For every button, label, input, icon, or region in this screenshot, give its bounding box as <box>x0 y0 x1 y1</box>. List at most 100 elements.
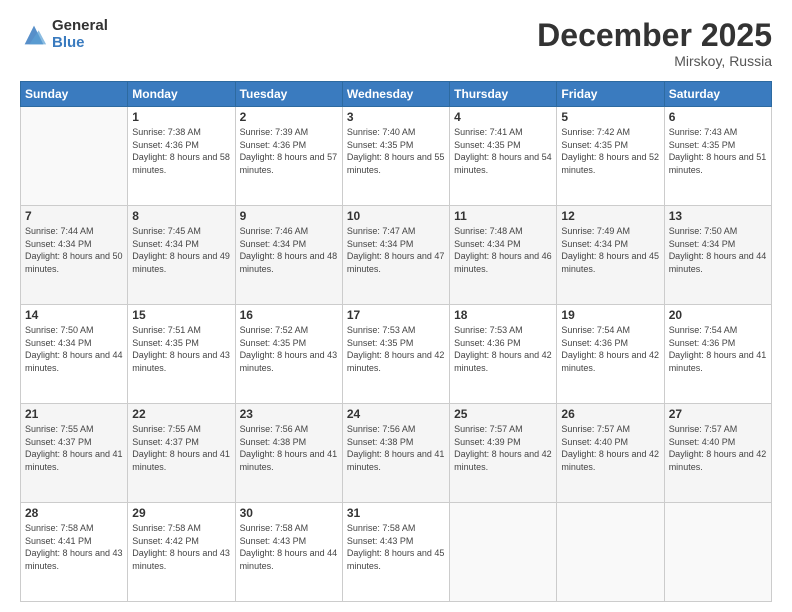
logo-icon <box>20 21 48 49</box>
page: General Blue December 2025 Mirskoy, Russ… <box>0 0 792 612</box>
col-monday: Monday <box>128 82 235 107</box>
calendar-week-row-2: 14 Sunrise: 7:50 AMSunset: 4:34 PMDaylig… <box>21 305 772 404</box>
day-info: Sunrise: 7:50 AMSunset: 4:34 PMDaylight:… <box>25 324 123 374</box>
calendar-week-row-3: 21 Sunrise: 7:55 AMSunset: 4:37 PMDaylig… <box>21 404 772 503</box>
day-info: Sunrise: 7:54 AMSunset: 4:36 PMDaylight:… <box>669 324 767 374</box>
calendar-table: Sunday Monday Tuesday Wednesday Thursday… <box>20 81 772 602</box>
col-thursday: Thursday <box>450 82 557 107</box>
day-info: Sunrise: 7:52 AMSunset: 4:35 PMDaylight:… <box>240 324 338 374</box>
header: General Blue December 2025 Mirskoy, Russ… <box>20 18 772 69</box>
calendar-cell: 11 Sunrise: 7:48 AMSunset: 4:34 PMDaylig… <box>450 206 557 305</box>
calendar-cell: 21 Sunrise: 7:55 AMSunset: 4:37 PMDaylig… <box>21 404 128 503</box>
day-info: Sunrise: 7:55 AMSunset: 4:37 PMDaylight:… <box>25 423 123 473</box>
logo-general-text: General <box>52 18 108 35</box>
day-number: 26 <box>561 407 659 421</box>
day-number: 24 <box>347 407 445 421</box>
day-number: 4 <box>454 110 552 124</box>
calendar-cell: 6 Sunrise: 7:43 AMSunset: 4:35 PMDayligh… <box>664 107 771 206</box>
day-info: Sunrise: 7:57 AMSunset: 4:39 PMDaylight:… <box>454 423 552 473</box>
calendar-cell: 8 Sunrise: 7:45 AMSunset: 4:34 PMDayligh… <box>128 206 235 305</box>
calendar-cell: 18 Sunrise: 7:53 AMSunset: 4:36 PMDaylig… <box>450 305 557 404</box>
day-number: 1 <box>132 110 230 124</box>
day-number: 13 <box>669 209 767 223</box>
calendar-week-row-1: 7 Sunrise: 7:44 AMSunset: 4:34 PMDayligh… <box>21 206 772 305</box>
day-info: Sunrise: 7:39 AMSunset: 4:36 PMDaylight:… <box>240 126 338 176</box>
calendar-cell: 13 Sunrise: 7:50 AMSunset: 4:34 PMDaylig… <box>664 206 771 305</box>
calendar-cell: 3 Sunrise: 7:40 AMSunset: 4:35 PMDayligh… <box>342 107 449 206</box>
calendar-cell: 22 Sunrise: 7:55 AMSunset: 4:37 PMDaylig… <box>128 404 235 503</box>
logo-text: General Blue <box>52 18 108 51</box>
day-number: 20 <box>669 308 767 322</box>
day-info: Sunrise: 7:46 AMSunset: 4:34 PMDaylight:… <box>240 225 338 275</box>
calendar-cell: 9 Sunrise: 7:46 AMSunset: 4:34 PMDayligh… <box>235 206 342 305</box>
day-info: Sunrise: 7:58 AMSunset: 4:42 PMDaylight:… <box>132 522 230 572</box>
day-number: 5 <box>561 110 659 124</box>
calendar-week-row-0: 1 Sunrise: 7:38 AMSunset: 4:36 PMDayligh… <box>21 107 772 206</box>
calendar-cell: 7 Sunrise: 7:44 AMSunset: 4:34 PMDayligh… <box>21 206 128 305</box>
calendar-cell: 15 Sunrise: 7:51 AMSunset: 4:35 PMDaylig… <box>128 305 235 404</box>
calendar-cell: 24 Sunrise: 7:56 AMSunset: 4:38 PMDaylig… <box>342 404 449 503</box>
day-number: 2 <box>240 110 338 124</box>
day-info: Sunrise: 7:51 AMSunset: 4:35 PMDaylight:… <box>132 324 230 374</box>
day-info: Sunrise: 7:53 AMSunset: 4:35 PMDaylight:… <box>347 324 445 374</box>
day-number: 17 <box>347 308 445 322</box>
location-subtitle: Mirskoy, Russia <box>537 53 772 69</box>
day-info: Sunrise: 7:56 AMSunset: 4:38 PMDaylight:… <box>347 423 445 473</box>
day-number: 25 <box>454 407 552 421</box>
col-wednesday: Wednesday <box>342 82 449 107</box>
calendar-cell: 2 Sunrise: 7:39 AMSunset: 4:36 PMDayligh… <box>235 107 342 206</box>
day-number: 22 <box>132 407 230 421</box>
calendar-cell: 23 Sunrise: 7:56 AMSunset: 4:38 PMDaylig… <box>235 404 342 503</box>
day-info: Sunrise: 7:53 AMSunset: 4:36 PMDaylight:… <box>454 324 552 374</box>
col-saturday: Saturday <box>664 82 771 107</box>
day-number: 14 <box>25 308 123 322</box>
day-info: Sunrise: 7:50 AMSunset: 4:34 PMDaylight:… <box>669 225 767 275</box>
calendar-cell: 26 Sunrise: 7:57 AMSunset: 4:40 PMDaylig… <box>557 404 664 503</box>
day-info: Sunrise: 7:58 AMSunset: 4:43 PMDaylight:… <box>347 522 445 572</box>
day-info: Sunrise: 7:38 AMSunset: 4:36 PMDaylight:… <box>132 126 230 176</box>
day-info: Sunrise: 7:47 AMSunset: 4:34 PMDaylight:… <box>347 225 445 275</box>
col-tuesday: Tuesday <box>235 82 342 107</box>
day-number: 23 <box>240 407 338 421</box>
day-number: 31 <box>347 506 445 520</box>
day-info: Sunrise: 7:55 AMSunset: 4:37 PMDaylight:… <box>132 423 230 473</box>
calendar-cell <box>557 503 664 602</box>
calendar-cell: 27 Sunrise: 7:57 AMSunset: 4:40 PMDaylig… <box>664 404 771 503</box>
calendar-cell: 30 Sunrise: 7:58 AMSunset: 4:43 PMDaylig… <box>235 503 342 602</box>
day-info: Sunrise: 7:54 AMSunset: 4:36 PMDaylight:… <box>561 324 659 374</box>
day-number: 11 <box>454 209 552 223</box>
day-number: 21 <box>25 407 123 421</box>
day-info: Sunrise: 7:48 AMSunset: 4:34 PMDaylight:… <box>454 225 552 275</box>
calendar-cell: 25 Sunrise: 7:57 AMSunset: 4:39 PMDaylig… <box>450 404 557 503</box>
day-number: 15 <box>132 308 230 322</box>
day-number: 16 <box>240 308 338 322</box>
day-number: 8 <box>132 209 230 223</box>
day-number: 30 <box>240 506 338 520</box>
day-info: Sunrise: 7:43 AMSunset: 4:35 PMDaylight:… <box>669 126 767 176</box>
day-number: 7 <box>25 209 123 223</box>
day-info: Sunrise: 7:42 AMSunset: 4:35 PMDaylight:… <box>561 126 659 176</box>
logo-blue-text: Blue <box>52 35 108 52</box>
day-number: 6 <box>669 110 767 124</box>
day-info: Sunrise: 7:56 AMSunset: 4:38 PMDaylight:… <box>240 423 338 473</box>
month-title: December 2025 <box>537 18 772 53</box>
day-number: 9 <box>240 209 338 223</box>
calendar-cell: 14 Sunrise: 7:50 AMSunset: 4:34 PMDaylig… <box>21 305 128 404</box>
day-number: 18 <box>454 308 552 322</box>
calendar-cell: 31 Sunrise: 7:58 AMSunset: 4:43 PMDaylig… <box>342 503 449 602</box>
day-info: Sunrise: 7:57 AMSunset: 4:40 PMDaylight:… <box>561 423 659 473</box>
calendar-cell: 16 Sunrise: 7:52 AMSunset: 4:35 PMDaylig… <box>235 305 342 404</box>
calendar-cell: 12 Sunrise: 7:49 AMSunset: 4:34 PMDaylig… <box>557 206 664 305</box>
day-info: Sunrise: 7:40 AMSunset: 4:35 PMDaylight:… <box>347 126 445 176</box>
calendar-cell: 19 Sunrise: 7:54 AMSunset: 4:36 PMDaylig… <box>557 305 664 404</box>
col-sunday: Sunday <box>21 82 128 107</box>
calendar-cell <box>664 503 771 602</box>
calendar-cell: 5 Sunrise: 7:42 AMSunset: 4:35 PMDayligh… <box>557 107 664 206</box>
day-number: 12 <box>561 209 659 223</box>
calendar-header-row: Sunday Monday Tuesday Wednesday Thursday… <box>21 82 772 107</box>
calendar-cell: 4 Sunrise: 7:41 AMSunset: 4:35 PMDayligh… <box>450 107 557 206</box>
day-info: Sunrise: 7:49 AMSunset: 4:34 PMDaylight:… <box>561 225 659 275</box>
calendar-cell: 29 Sunrise: 7:58 AMSunset: 4:42 PMDaylig… <box>128 503 235 602</box>
day-info: Sunrise: 7:41 AMSunset: 4:35 PMDaylight:… <box>454 126 552 176</box>
day-number: 3 <box>347 110 445 124</box>
